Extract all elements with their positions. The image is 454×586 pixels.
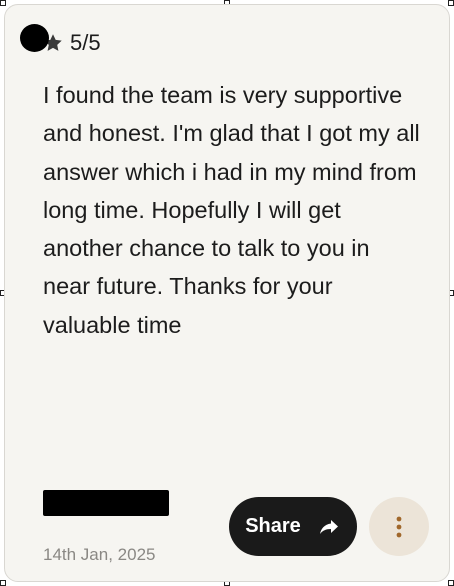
author-name-redaction — [43, 490, 169, 516]
review-card-frame: 5/5 I found the team is very supportive … — [0, 0, 454, 586]
avatar-redaction — [20, 24, 49, 52]
share-arrow-icon — [319, 519, 338, 534]
resize-handle-top-left[interactable] — [0, 0, 6, 6]
more-options-button[interactable] — [369, 497, 429, 556]
more-vertical-icon — [396, 516, 402, 537]
review-text: I found the team is very supportive and … — [43, 82, 420, 338]
resize-handle-top-right[interactable] — [448, 0, 454, 6]
review-date: 14th Jan, 2025 — [43, 545, 156, 564]
resize-handle-bottom-right[interactable] — [448, 580, 454, 586]
author-name: r pandey — [43, 488, 213, 544]
rating: 5/5 — [42, 30, 101, 56]
author-block: r pandey 14th Jan, 2025 — [43, 488, 213, 566]
share-label: Share — [245, 515, 301, 537]
resize-handle-bottom-left[interactable] — [0, 580, 6, 586]
share-button[interactable]: Share — [229, 497, 357, 556]
rating-value: 5/5 — [70, 30, 101, 55]
